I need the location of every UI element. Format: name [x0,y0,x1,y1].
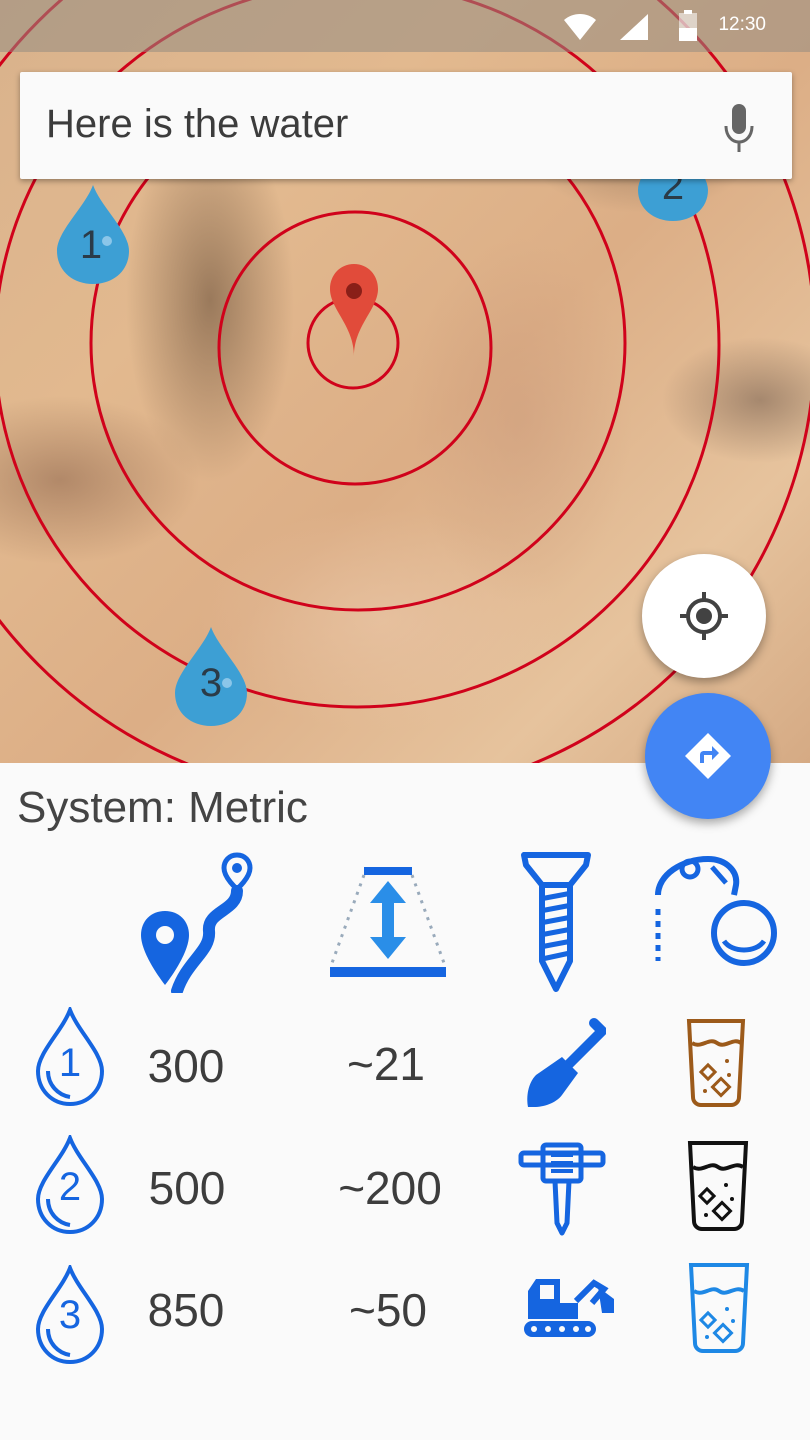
distance-value: 300 [147,1040,225,1092]
jackhammer-icon [518,1142,606,1236]
row-index: 2 [58,1165,82,1209]
water-glass-icon [687,1141,749,1231]
water-info-panel: System: Metric 1 300 ~21 2 500 ~200 3 85… [0,763,810,1440]
battery-icon [679,10,697,41]
depth-value: ~50 [348,1284,428,1336]
shovel-icon [527,1018,606,1107]
search-bar[interactable]: Here is the water [20,72,792,179]
water-marker-1[interactable]: 1 [55,185,131,285]
depth-icon [330,867,446,977]
marker-label: 3 [199,661,223,705]
depth-value: ~200 [338,1162,442,1214]
excavator-icon [524,1279,614,1337]
water-pump-icon [655,855,777,966]
directions-icon [685,733,731,779]
system-label: System: Metric [17,783,308,832]
status-time: 12:30 [718,14,766,35]
location-pin-icon[interactable] [328,262,380,358]
distance-value: 500 [148,1162,226,1214]
row-index: 1 [58,1041,82,1085]
wifi-icon [564,14,596,40]
marker-label: 1 [79,223,103,267]
water-marker-3[interactable]: 3 [173,627,249,727]
crosshair-icon [680,592,728,640]
my-location-button[interactable] [642,554,766,678]
status-bar: 12:30 [0,0,810,52]
distance-value: 850 [147,1284,225,1336]
signal-icon [620,14,648,40]
directions-button[interactable] [645,693,771,819]
depth-value: ~21 [346,1038,426,1090]
drill-screw-icon [521,852,591,992]
route-distance-icon [141,852,253,993]
muddy-water-glass-icon [686,1019,746,1107]
clean-water-glass-icon [688,1263,750,1353]
microphone-icon[interactable] [722,104,756,154]
search-input[interactable]: Here is the water [46,102,348,147]
row-index: 3 [58,1293,82,1337]
